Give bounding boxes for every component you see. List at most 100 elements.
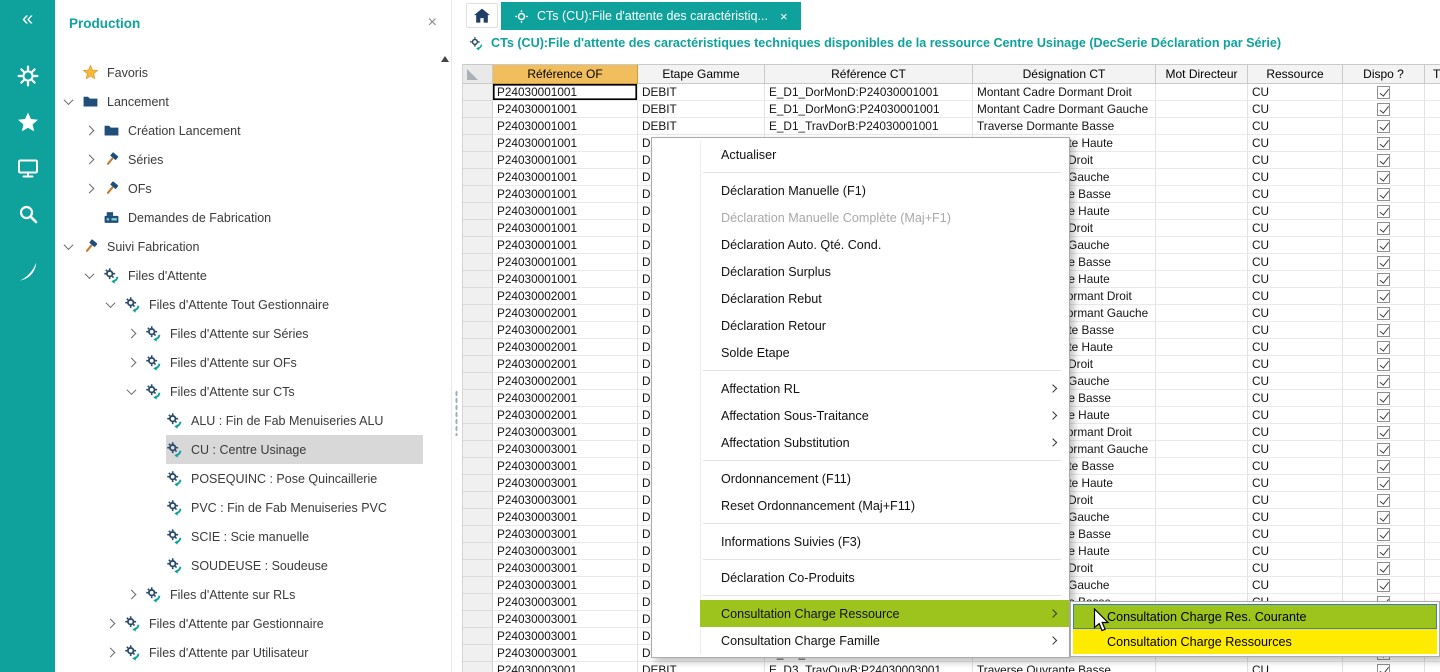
cell-mot-directeur[interactable] [1156,373,1248,390]
modules-gear-icon[interactable] [16,64,40,88]
row-selector[interactable] [463,424,493,441]
cell-dispo[interactable] [1343,424,1425,441]
menu-item-affectation-sous-traitance[interactable]: Affectation Sous-Traitance [652,402,1069,429]
chevron-down-icon[interactable] [106,298,116,308]
cell-dispo[interactable] [1343,84,1425,101]
sidebar-scrollbar[interactable] [439,50,451,672]
row-selector[interactable] [463,373,493,390]
menu-item-informations-suivies-f3[interactable]: Informations Suivies (F3) [652,528,1069,555]
chevron-down-icon[interactable] [127,385,137,395]
cell-r-f-rence-of[interactable]: P24030001001 [493,152,638,169]
cell-mot-directeur[interactable] [1156,101,1248,118]
row-selector[interactable] [463,577,493,594]
tree-item-scie-scie-manuelle[interactable]: SCIE : Scie manuelle [55,522,439,551]
submenu-item-consultation-charge-ressources[interactable]: Consultation Charge Ressources [1073,629,1437,654]
cell-ressource[interactable]: CU [1248,526,1343,543]
cell-ressource[interactable]: CU [1248,458,1343,475]
cell-ressource[interactable]: CU [1248,577,1343,594]
row-selector[interactable] [463,84,493,101]
cell-dispo[interactable] [1343,288,1425,305]
cell-dispo[interactable] [1343,390,1425,407]
column-header-mot-directeur[interactable]: Mot Directeur [1156,65,1248,84]
chevron-right-icon[interactable] [127,590,137,600]
cell-r-f-rence-of[interactable]: P24030003001 [493,509,638,526]
tree-item-lancement[interactable]: Lancement [55,87,439,116]
tree-item-s-ries[interactable]: Séries [55,145,439,174]
cell-ressource[interactable]: CU [1248,662,1343,672]
cell-r-f-rence-of[interactable]: P24030001001 [493,254,638,271]
column-header-t[interactable]: T [1425,65,1440,84]
row-selector[interactable] [463,271,493,288]
cell-ressource[interactable]: CU [1248,169,1343,186]
cell-dispo[interactable] [1343,543,1425,560]
cell-r-f-rence-of[interactable]: P24030003001 [493,475,638,492]
row-selector[interactable] [463,475,493,492]
cell-r-f-rence-of[interactable]: P24030003001 [493,628,638,645]
cell-r-f-rence-of[interactable]: P24030003001 [493,424,638,441]
tree-item-suivi-fabrication[interactable]: Suivi Fabrication [55,232,439,261]
chevron-down-icon[interactable] [64,95,74,105]
cell-ressource[interactable]: CU [1248,152,1343,169]
cell-dispo[interactable] [1343,458,1425,475]
cell-dispo[interactable] [1343,305,1425,322]
cell-mot-directeur[interactable] [1156,322,1248,339]
chevron-right-icon[interactable] [106,619,116,629]
column-header-ressource[interactable]: Ressource [1248,65,1343,84]
row-selector[interactable] [463,169,493,186]
cell-d-signation-ct[interactable]: Montant Cadre Dormant Droit [973,84,1156,101]
workstation-monitor-icon[interactable] [16,156,40,180]
cell-d-signation-ct[interactable]: Traverse Dormante Basse [973,118,1156,135]
menu-item-d-claration-co-produits[interactable]: Déclaration Co-Produits [652,564,1069,591]
cell-r-f-rence-of[interactable]: P24030001001 [493,186,638,203]
cell-ressource[interactable]: CU [1248,424,1343,441]
home-tab-button[interactable] [466,3,498,28]
column-header-etape-gamme[interactable]: Etape Gamme [638,65,765,84]
menu-item-affectation-rl[interactable]: Affectation RL [652,375,1069,402]
cell-r-f-rence-of[interactable]: P24030003001 [493,543,638,560]
cell-ressource[interactable]: CU [1248,356,1343,373]
column-header-r-f-rence-of[interactable]: Référence OF [493,65,638,84]
cell-mot-directeur[interactable] [1156,220,1248,237]
cell-mot-directeur[interactable] [1156,509,1248,526]
cell-mot-directeur[interactable] [1156,407,1248,424]
row-selector[interactable] [463,237,493,254]
row-selector[interactable] [463,305,493,322]
cell-dispo[interactable] [1343,475,1425,492]
cell-ressource[interactable]: CU [1248,118,1343,135]
cell-ressource[interactable]: CU [1248,271,1343,288]
row-selector[interactable] [463,339,493,356]
cell-r-f-rence-of[interactable]: P24030003001 [493,492,638,509]
cell-mot-directeur[interactable] [1156,560,1248,577]
chevron-right-icon[interactable] [106,648,116,658]
select-all-corner[interactable] [463,65,493,84]
row-selector[interactable] [463,458,493,475]
menu-item-consultation-charge-famille[interactable]: Consultation Charge Famille [652,627,1069,654]
cell-dispo[interactable] [1343,662,1425,672]
row-selector[interactable] [463,118,493,135]
tab-close-icon[interactable]: × [780,9,788,24]
column-header-d-signation-ct[interactable]: Désignation CT [973,65,1156,84]
cell-ressource[interactable]: CU [1248,288,1343,305]
cell-dispo[interactable] [1343,407,1425,424]
row-selector[interactable] [463,407,493,424]
column-header-r-f-rence-ct[interactable]: Référence CT [765,65,973,84]
cell-mot-directeur[interactable] [1156,526,1248,543]
chevron-right-icon[interactable] [85,155,95,165]
cell-r-f-rence-of[interactable]: P24030003001 [493,560,638,577]
cell-mot-directeur[interactable] [1156,152,1248,169]
cell-r-f-rence-of[interactable]: P24030002001 [493,390,638,407]
cell-etape-gamme[interactable]: DEBIT [638,84,765,101]
chevron-right-icon[interactable] [85,184,95,194]
tree-item-files-d-attente-sur-ofs[interactable]: Files d'Attente sur OFs [55,348,439,377]
cell-r-f-rence-of[interactable]: P24030003001 [493,577,638,594]
cell-r-f-rence-of[interactable]: P24030003001 [493,458,638,475]
row-selector[interactable] [463,220,493,237]
tab-cts-cu[interactable]: CTs (CU):File d'attente des caractéristi… [501,2,801,30]
menu-item-d-claration-manuelle-f1[interactable]: Déclaration Manuelle (F1) [652,177,1069,204]
chevron-right-icon[interactable] [127,329,137,339]
tree-item-soudeuse-soudeuse[interactable]: SOUDEUSE : Soudeuse [55,551,439,580]
cell-ressource[interactable]: CU [1248,220,1343,237]
cell-mot-directeur[interactable] [1156,84,1248,101]
cell-r-f-rence-of[interactable]: P24030003001 [493,645,638,662]
submenu-item-consultation-charge-res-courante[interactable]: Consultation Charge Res. Courante [1073,604,1437,629]
